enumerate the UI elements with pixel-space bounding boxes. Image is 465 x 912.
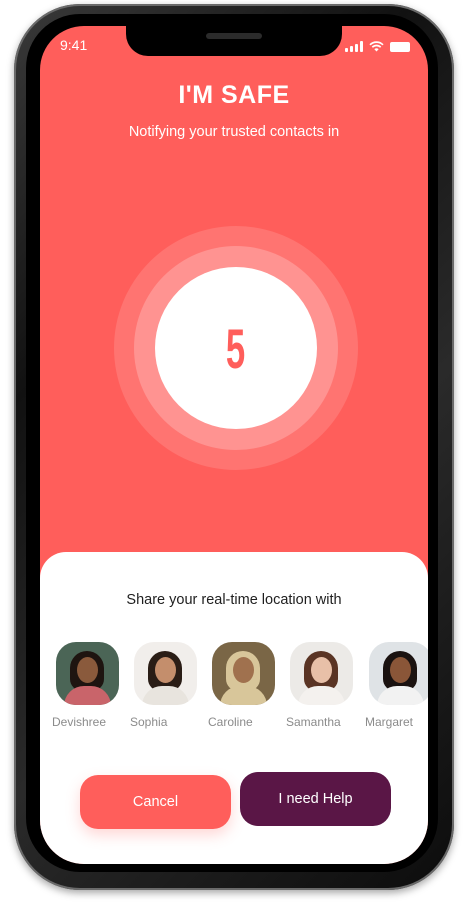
page-title: I'M SAFE xyxy=(178,81,290,109)
contact-sophia[interactable]: Sophia xyxy=(130,642,200,742)
contact-avatar[interactable] xyxy=(290,642,353,705)
app-screen: 9:41 I'M SAFE Notifying your trusted con… xyxy=(40,26,428,864)
signal-icon xyxy=(345,41,363,52)
countdown-value: 5 xyxy=(226,316,246,380)
status-icons xyxy=(345,41,410,52)
contact-samantha[interactable]: Samantha xyxy=(286,642,356,742)
contact-avatar[interactable] xyxy=(212,642,275,705)
contact-avatar[interactable] xyxy=(134,642,197,705)
contacts-list: Devishree Sophia Caroline Samantha Marga… xyxy=(52,642,428,742)
contact-devishree[interactable]: Devishree xyxy=(52,642,122,742)
contact-margaret[interactable]: Margaret xyxy=(365,642,428,742)
contact-name: Caroline xyxy=(208,715,253,729)
contact-avatar[interactable] xyxy=(369,642,428,705)
cancel-button[interactable]: Cancel xyxy=(80,775,231,829)
countdown-circle: 5 xyxy=(155,267,317,429)
contact-caroline[interactable]: Caroline xyxy=(208,642,278,742)
wifi-icon xyxy=(369,41,384,52)
need-help-button[interactable]: I need Help xyxy=(240,772,391,826)
page-subtitle: Notifying your trusted contacts in xyxy=(128,124,340,140)
contact-name: Margaret xyxy=(365,715,414,729)
notch xyxy=(126,26,342,56)
contact-name: Devishree xyxy=(52,715,107,729)
share-location-title: Share your real-time location with xyxy=(126,592,342,608)
contact-name: Samantha xyxy=(286,715,341,729)
status-time: 9:41 xyxy=(60,37,88,53)
battery-icon xyxy=(390,42,410,52)
speaker-grille xyxy=(206,33,262,39)
contact-avatar[interactable] xyxy=(56,642,119,705)
contact-name: Sophia xyxy=(130,715,168,729)
